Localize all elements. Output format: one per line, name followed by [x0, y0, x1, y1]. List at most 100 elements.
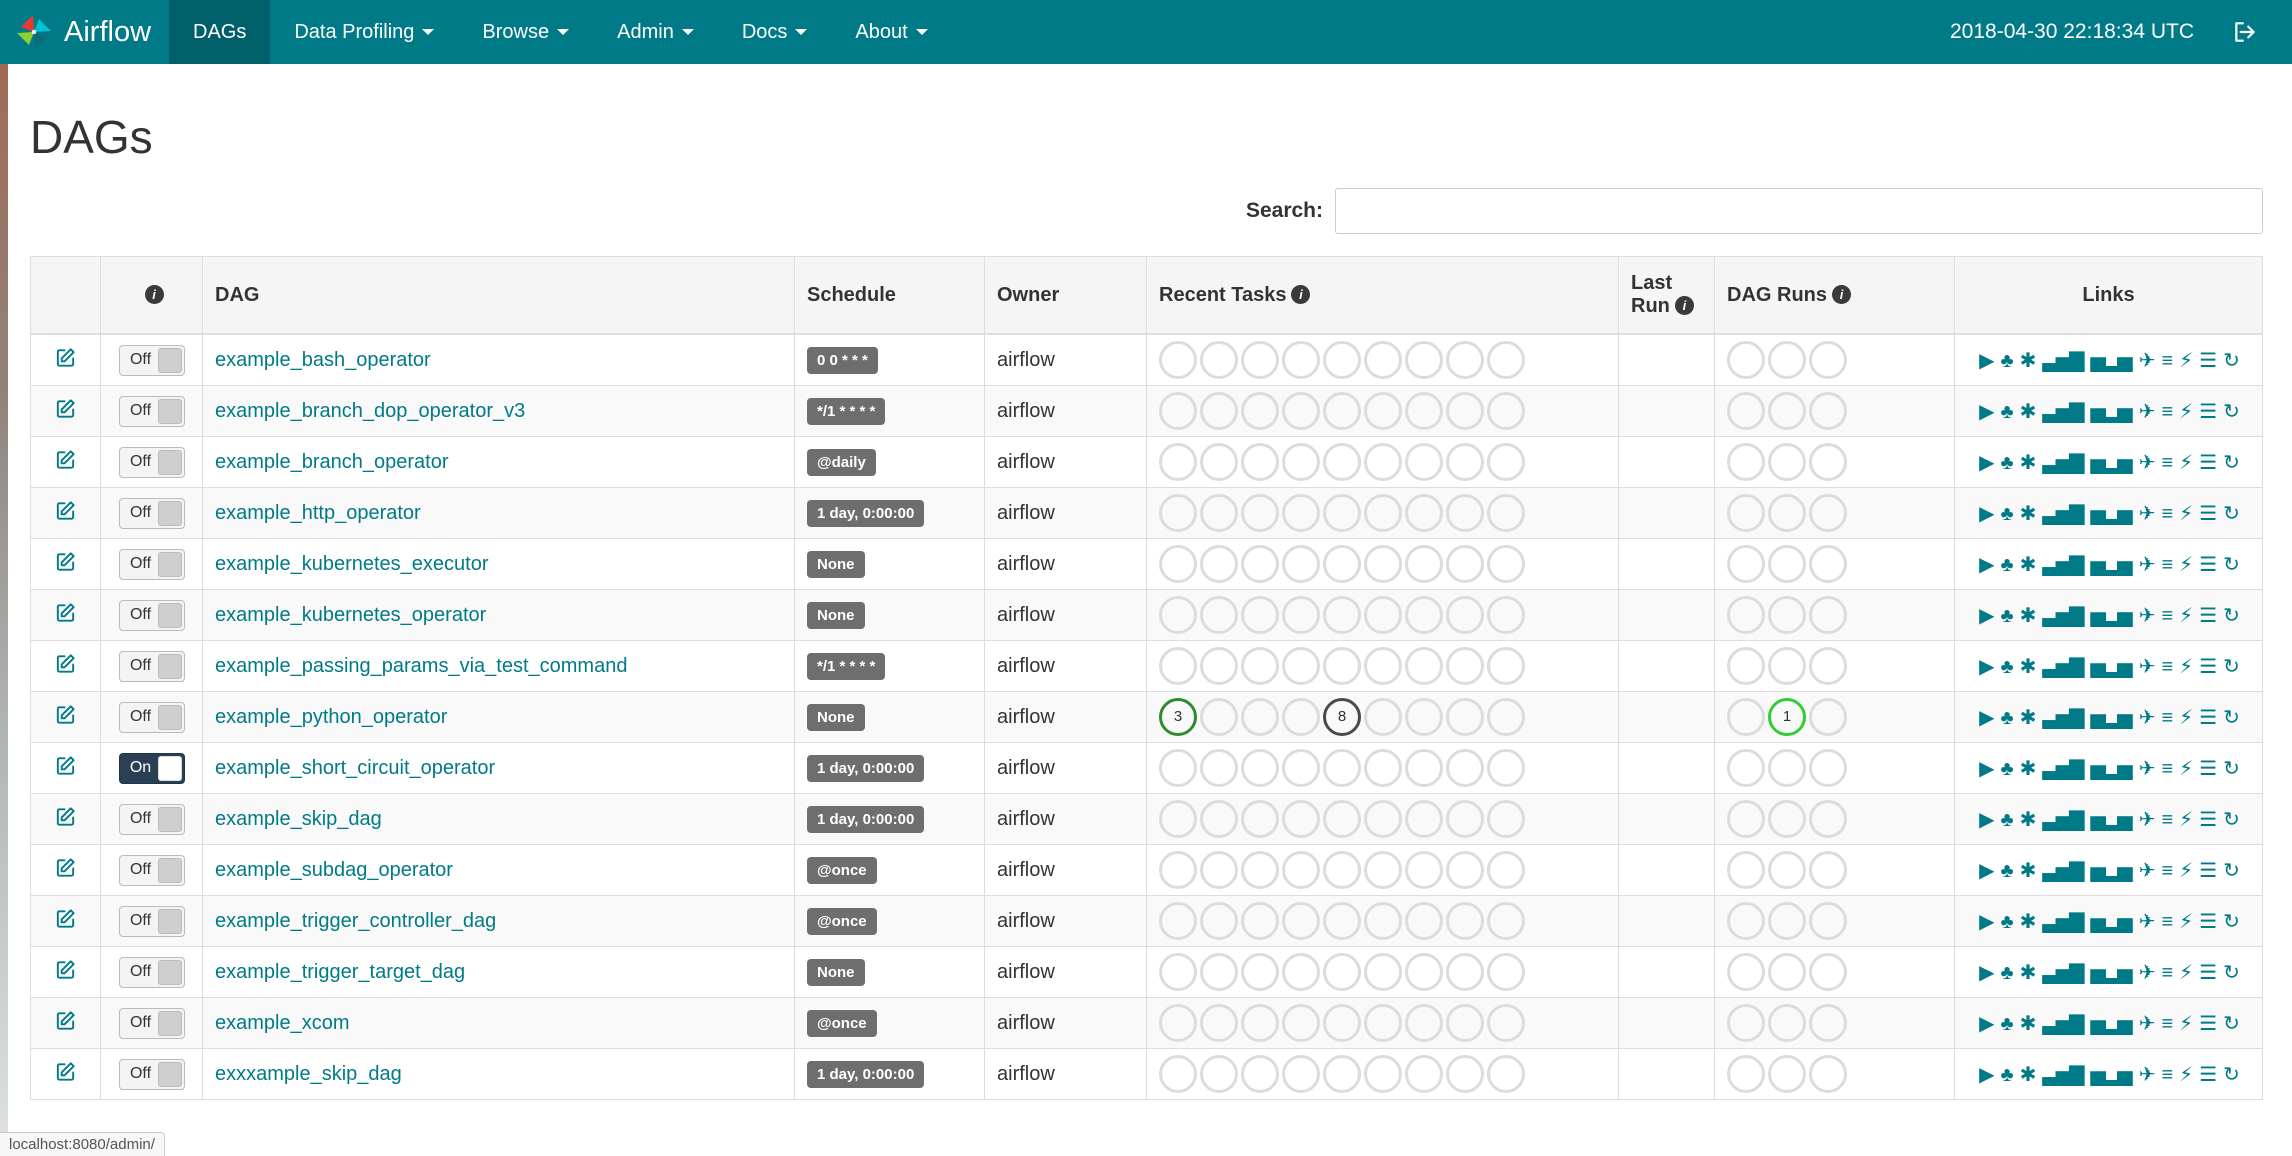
dag-details-icon[interactable]: ☰ — [2199, 705, 2217, 730]
task-state-circle[interactable] — [1364, 341, 1402, 379]
tree-view-icon[interactable]: ♣ — [2001, 911, 2014, 934]
task-state-circle[interactable] — [1768, 902, 1806, 940]
task-state-circle[interactable] — [1446, 545, 1484, 583]
landing-times-icon[interactable]: ✈ — [2139, 603, 2156, 628]
gantt-icon[interactable]: ≡ — [2161, 401, 2173, 424]
nav-dags[interactable]: DAGs — [169, 0, 271, 64]
graph-view-icon[interactable]: ✱ — [2020, 960, 2037, 985]
task-tries-icon[interactable]: ▅▂▅ — [2091, 654, 2133, 679]
dag-pause-toggle[interactable]: Off — [118, 446, 185, 478]
task-state-circle[interactable] — [1809, 698, 1847, 736]
code-view-icon[interactable]: ⚡ — [2179, 858, 2193, 883]
task-state-circle[interactable] — [1282, 1004, 1320, 1042]
task-state-circle[interactable] — [1487, 443, 1525, 481]
task-state-circle[interactable] — [1282, 443, 1320, 481]
task-state-circle[interactable] — [1282, 494, 1320, 532]
landing-times-icon[interactable]: ✈ — [2139, 450, 2156, 475]
task-state-circle[interactable] — [1405, 392, 1443, 430]
task-state-circle[interactable] — [1241, 1004, 1279, 1042]
task-tries-icon[interactable]: ▅▂▅ — [2091, 807, 2133, 832]
task-state-circle[interactable] — [1159, 1055, 1197, 1093]
task-duration-icon[interactable]: ▃▅▇ — [2042, 705, 2084, 730]
task-state-circle[interactable] — [1768, 647, 1806, 685]
refresh-icon[interactable]: ↻ — [2223, 960, 2240, 985]
task-tries-icon[interactable]: ▅▂▅ — [2091, 348, 2133, 373]
task-state-circle[interactable] — [1159, 545, 1197, 583]
trigger-dag-icon[interactable]: ▶ — [1979, 552, 1994, 577]
task-state-circle[interactable] — [1487, 596, 1525, 634]
refresh-icon[interactable]: ↻ — [2223, 705, 2240, 730]
refresh-icon[interactable]: ↻ — [2223, 909, 2240, 934]
edit-dag-icon[interactable] — [54, 1009, 77, 1032]
task-state-circle[interactable]: 1 — [1768, 698, 1806, 736]
task-state-circle[interactable] — [1487, 800, 1525, 838]
edit-dag-icon[interactable] — [54, 448, 77, 471]
task-state-circle[interactable] — [1446, 596, 1484, 634]
task-state-circle[interactable] — [1487, 902, 1525, 940]
dag-pause-toggle[interactable]: Off — [118, 1007, 185, 1039]
trigger-dag-icon[interactable]: ▶ — [1979, 450, 1994, 475]
task-state-circle[interactable] — [1200, 443, 1238, 481]
task-state-circle[interactable] — [1727, 902, 1765, 940]
task-state-circle[interactable] — [1200, 392, 1238, 430]
task-state-circle[interactable] — [1241, 341, 1279, 379]
task-state-circle[interactable] — [1364, 698, 1402, 736]
task-duration-icon[interactable]: ▃▅▇ — [2042, 1062, 2084, 1087]
task-state-circle[interactable] — [1487, 392, 1525, 430]
trigger-dag-icon[interactable]: ▶ — [1979, 1011, 1994, 1036]
code-view-icon[interactable]: ⚡ — [2179, 1062, 2193, 1087]
task-state-circle[interactable] — [1809, 902, 1847, 940]
dag-link[interactable]: example_trigger_controller_dag — [215, 910, 496, 932]
task-state-circle[interactable] — [1364, 1055, 1402, 1093]
task-state-circle[interactable] — [1405, 698, 1443, 736]
task-state-circle[interactable] — [1727, 392, 1765, 430]
task-state-circle[interactable] — [1364, 494, 1402, 532]
task-state-circle[interactable] — [1487, 851, 1525, 889]
landing-times-icon[interactable]: ✈ — [2139, 501, 2156, 526]
brand[interactable]: Airflow — [0, 0, 169, 64]
landing-times-icon[interactable]: ✈ — [2139, 1062, 2156, 1087]
logout-icon[interactable] — [2232, 19, 2258, 45]
task-tries-icon[interactable]: ▅▂▅ — [2091, 705, 2133, 730]
code-view-icon[interactable]: ⚡ — [2179, 1011, 2193, 1036]
tree-view-icon[interactable]: ♣ — [2001, 554, 2014, 577]
nav-browse[interactable]: Browse — [458, 0, 593, 64]
task-duration-icon[interactable]: ▃▅▇ — [2042, 348, 2084, 373]
task-state-circle[interactable] — [1809, 749, 1847, 787]
task-state-circle[interactable] — [1241, 494, 1279, 532]
task-state-circle[interactable] — [1405, 341, 1443, 379]
task-state-circle[interactable] — [1809, 1004, 1847, 1042]
dag-pause-toggle[interactable]: Off — [118, 548, 185, 580]
dag-details-icon[interactable]: ☰ — [2199, 858, 2217, 883]
task-state-circle[interactable] — [1727, 1055, 1765, 1093]
dag-details-icon[interactable]: ☰ — [2199, 603, 2217, 628]
task-duration-icon[interactable]: ▃▅▇ — [2042, 552, 2084, 577]
task-state-circle[interactable] — [1364, 647, 1402, 685]
task-state-circle[interactable] — [1405, 851, 1443, 889]
dag-pause-toggle[interactable]: Off — [118, 395, 185, 427]
task-state-circle[interactable] — [1364, 1004, 1402, 1042]
edit-dag-icon[interactable] — [54, 805, 77, 828]
trigger-dag-icon[interactable]: ▶ — [1979, 348, 1994, 373]
task-state-circle[interactable] — [1727, 494, 1765, 532]
task-state-circle[interactable] — [1282, 545, 1320, 583]
code-view-icon[interactable]: ⚡ — [2179, 705, 2193, 730]
gantt-icon[interactable]: ≡ — [2161, 554, 2173, 577]
task-state-circle[interactable] — [1159, 1004, 1197, 1042]
task-state-circle[interactable] — [1241, 596, 1279, 634]
task-duration-icon[interactable]: ▃▅▇ — [2042, 654, 2084, 679]
task-state-circle[interactable] — [1323, 1004, 1361, 1042]
task-state-circle[interactable] — [1241, 902, 1279, 940]
search-input[interactable] — [1335, 188, 2263, 234]
dag-pause-toggle[interactable]: Off — [118, 854, 185, 886]
task-state-circle[interactable] — [1405, 494, 1443, 532]
landing-times-icon[interactable]: ✈ — [2139, 909, 2156, 934]
task-duration-icon[interactable]: ▃▅▇ — [2042, 909, 2084, 934]
gantt-icon[interactable]: ≡ — [2161, 350, 2173, 373]
task-state-circle[interactable] — [1446, 1055, 1484, 1093]
task-state-circle[interactable] — [1446, 698, 1484, 736]
task-state-circle[interactable] — [1446, 800, 1484, 838]
task-state-circle[interactable] — [1323, 494, 1361, 532]
task-state-circle[interactable] — [1282, 749, 1320, 787]
task-state-circle[interactable] — [1241, 647, 1279, 685]
